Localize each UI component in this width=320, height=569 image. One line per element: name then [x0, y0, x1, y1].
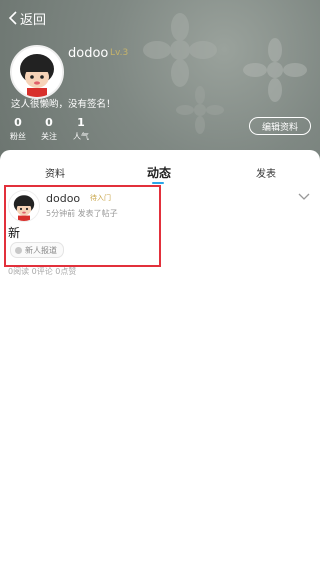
- flower-decoration: [243, 38, 307, 102]
- back-arrow-icon: [8, 11, 17, 25]
- stat-value: 0: [45, 116, 53, 129]
- avatar-image: [12, 47, 62, 97]
- active-tab-indicator: [152, 182, 164, 184]
- post-timestamp: 5分钟前 发表了帖子: [46, 209, 118, 218]
- post-stats: 0阅读 0评论 0点赞: [8, 267, 77, 276]
- tab-posts[interactable]: 发表: [256, 165, 276, 180]
- post-tag[interactable]: 新人报道: [10, 242, 64, 258]
- profile-header: 返回 dodoo Lv.3 这人很懒哟，没有签名！ 0 粉丝 0 关注 1 人气: [0, 0, 320, 165]
- post-level-badge: 待入门: [90, 194, 111, 202]
- stat-value: 0: [14, 116, 22, 129]
- tag-dot-icon: [15, 246, 22, 254]
- post-content[interactable]: 新: [8, 224, 20, 241]
- avatar[interactable]: [10, 45, 64, 99]
- back-button[interactable]: 返回: [8, 9, 47, 28]
- stat-label: 关注: [41, 132, 57, 141]
- profile-signature: 这人很懒哟，没有签名！: [11, 99, 116, 110]
- post-username[interactable]: dodoo: [46, 192, 80, 205]
- stat-label: 粉丝: [10, 132, 26, 141]
- profile-username: dodoo: [68, 46, 109, 61]
- chevron-down-icon[interactable]: [298, 193, 310, 201]
- avatar-image: [9, 191, 39, 221]
- post-avatar[interactable]: [8, 190, 40, 222]
- tab-bar: 资料 动态 发表: [0, 160, 320, 182]
- post-tag-label: 新人报道: [25, 245, 57, 255]
- flower-decoration: [176, 86, 224, 134]
- stat-following[interactable]: 0 关注: [34, 116, 64, 142]
- stat-fans[interactable]: 0 粉丝: [3, 116, 33, 142]
- tab-profile[interactable]: 资料: [45, 165, 65, 180]
- stat-value: 1: [77, 116, 85, 129]
- stat-popularity: 1 人气: [66, 116, 96, 142]
- level-badge: Lv.3: [110, 48, 129, 58]
- back-label: 返回: [20, 12, 47, 28]
- stat-label: 人气: [73, 132, 89, 141]
- edit-profile-button[interactable]: 编辑资料: [249, 117, 311, 135]
- tab-activity[interactable]: 动态: [147, 164, 171, 181]
